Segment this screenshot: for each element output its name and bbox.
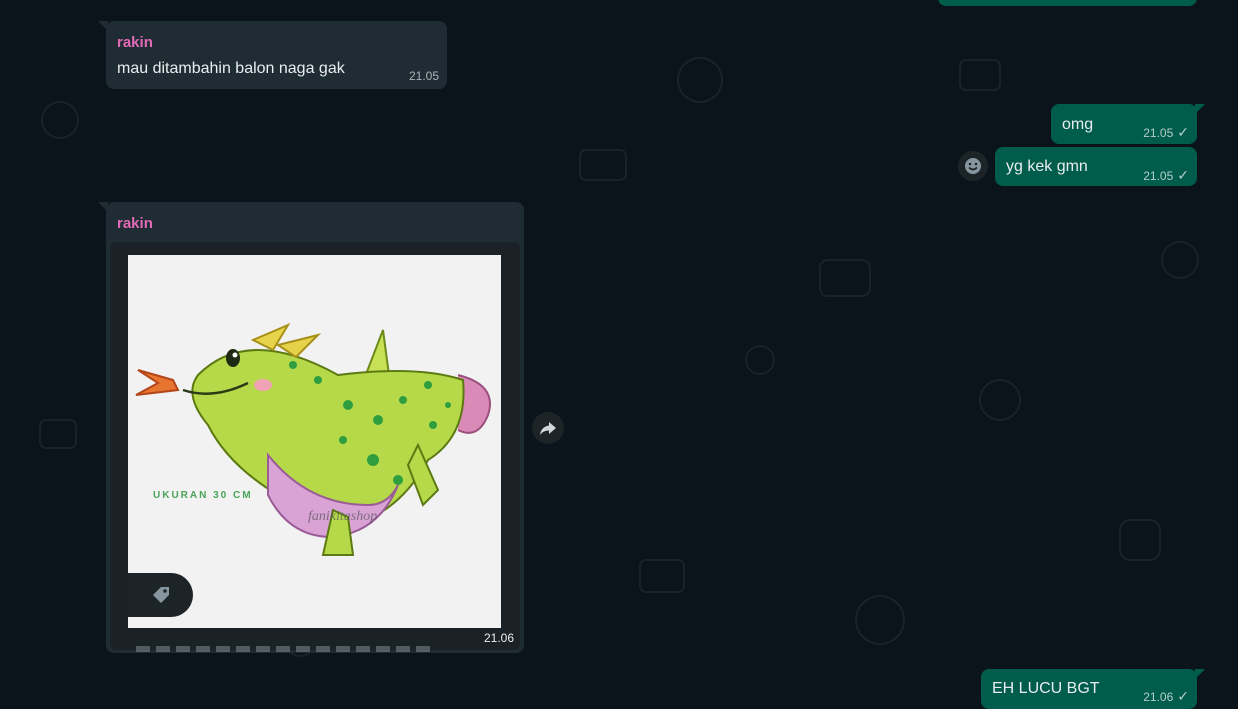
message-text: yg kek gmn: [1006, 158, 1088, 175]
outgoing-message[interactable]: EH LUCU BGT 21.06 ✓: [981, 669, 1205, 709]
checkmark-icon: ✓: [1177, 688, 1189, 704]
bubble-tail: [98, 21, 108, 31]
checkmark-icon: ✓: [1177, 124, 1189, 140]
message-text: omg: [1062, 116, 1094, 133]
message-text: mau ditambahin balon naga gak: [117, 60, 345, 77]
bubble-tail: [98, 202, 108, 212]
tag-icon: [152, 587, 169, 603]
outgoing-message[interactable]: omg 21.05 ✓: [1051, 104, 1205, 144]
image-size-label: UKURAN 30 CM: [153, 490, 253, 501]
emoji-smile-icon: [965, 158, 981, 174]
sender-name: rakin: [117, 215, 153, 232]
message-meta: 21.06 ✓: [1143, 688, 1189, 705]
dragon-balloon-image[interactable]: UKURAN 30 CM fanikitashop: [128, 255, 501, 628]
message-time: 21.05: [1143, 126, 1174, 140]
product-caption-cut: [136, 646, 436, 652]
message-time: 21.06: [483, 631, 514, 645]
outgoing-bubble-cut: [938, 0, 1197, 6]
incoming-image-message[interactable]: rakin UKURAN 30 CM fanikitashop 21.06: [98, 202, 524, 653]
bubble-tail: [1195, 104, 1205, 114]
message-text: EH LUCU BGT: [992, 680, 1100, 697]
forward-arrow-icon: [540, 422, 556, 435]
bubble-tail: [1195, 669, 1205, 679]
message-meta: 21.05 ✓: [1143, 124, 1189, 141]
forward-button[interactable]: [532, 412, 564, 444]
image-watermark: fanikitashop: [308, 509, 377, 524]
checkmark-icon: ✓: [1177, 167, 1189, 183]
dragon-balloon-illustration: UKURAN 30 CM fanikitashop: [135, 322, 491, 556]
message-time: 21.05: [1143, 169, 1174, 183]
product-tag-button[interactable]: [128, 573, 193, 617]
emoji-react-button[interactable]: [958, 151, 988, 181]
message-time: 21.05: [408, 69, 439, 83]
outgoing-message[interactable]: yg kek gmn 21.05 ✓: [995, 147, 1197, 186]
incoming-message[interactable]: rakin mau ditambahin balon naga gak 21.0…: [98, 21, 447, 89]
image-container[interactable]: UKURAN 30 CM fanikitashop 21.06: [110, 242, 520, 650]
sender-name: rakin: [117, 34, 153, 51]
message-time: 21.06: [1143, 690, 1174, 704]
message-meta: 21.05 ✓: [1143, 167, 1189, 184]
